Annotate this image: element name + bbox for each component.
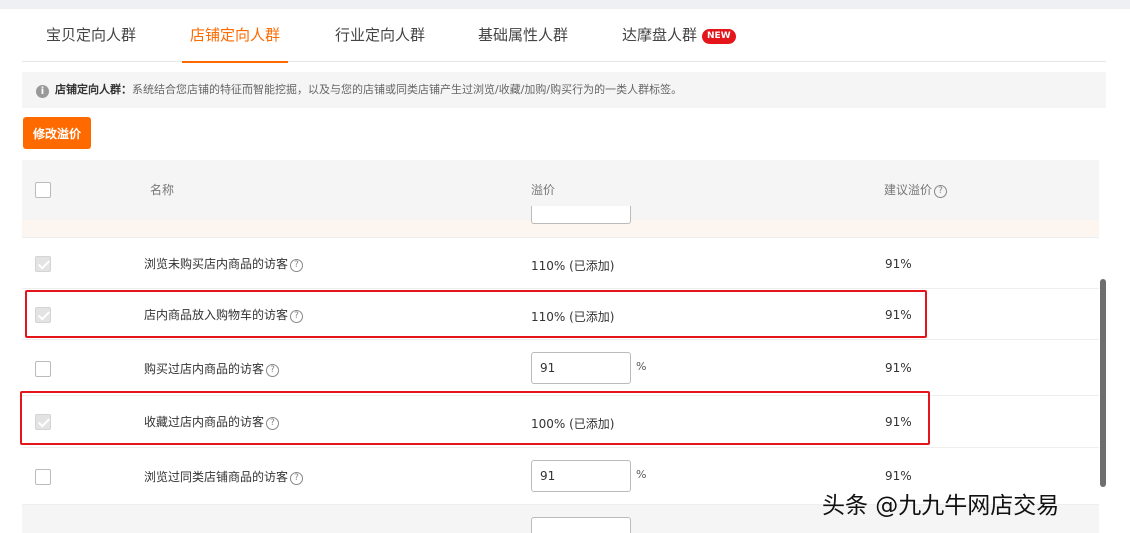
row-name: 店内商品放入购物车的访客? — [144, 306, 304, 323]
price-input[interactable] — [531, 460, 631, 492]
row-suggested: 91% — [885, 257, 912, 271]
tab-basic-attributes[interactable]: 基础属性人群 — [478, 9, 568, 62]
tab-damopan[interactable]: 达摩盘人群 NEW — [622, 9, 736, 62]
percent-unit: % — [636, 468, 647, 481]
table-row-partial — [22, 206, 1099, 238]
modify-price-button[interactable]: 修改溢价 — [23, 117, 91, 149]
row-suggested: 91% — [885, 361, 912, 375]
header-suggested-label: 建议溢价 — [884, 183, 933, 197]
row-price: 100% (已添加) — [531, 417, 615, 431]
top-bar — [0, 0, 1130, 9]
tab-industry-targeting[interactable]: 行业定向人群 — [335, 9, 425, 62]
row-name: 购买过店内商品的访客? — [144, 360, 280, 377]
notice-text: 系统结合您店铺的特征而智能挖掘，以及与您的店铺或同类店铺产生过浏览/收藏/加购/… — [132, 83, 683, 96]
percent-unit: % — [636, 360, 647, 373]
row-name: 浏览过同类店铺商品的访客? — [144, 468, 304, 485]
row-name: 浏览未购买店内商品的访客? — [144, 255, 304, 272]
row-name-label: 购买过店内商品的访客 — [144, 362, 265, 376]
row-suggested: 91% — [885, 469, 912, 483]
row-checkbox[interactable] — [35, 307, 51, 323]
price-input-partial[interactable] — [531, 517, 631, 533]
info-icon: i — [36, 85, 49, 98]
select-all-checkbox[interactable] — [35, 182, 51, 198]
row-name: 收藏过店内商品的访客? — [144, 413, 280, 430]
tab-damopan-label: 达摩盘人群 — [622, 26, 698, 44]
notice-title: 店铺定向人群： — [55, 83, 132, 96]
help-icon[interactable]: ? — [266, 417, 280, 430]
row-suggested: 91% — [885, 415, 912, 429]
help-icon[interactable]: ? — [290, 310, 304, 323]
row-checkbox[interactable] — [35, 414, 51, 430]
row-checkbox[interactable] — [35, 361, 51, 377]
price-input[interactable] — [531, 352, 631, 384]
price-input-partial[interactable] — [531, 206, 631, 224]
header-name: 名称 — [150, 183, 175, 197]
watermark: 头条 @九九牛网店交易 — [822, 493, 1060, 519]
scrollbar-thumb[interactable] — [1100, 279, 1106, 487]
tab-bar: 宝贝定向人群 店铺定向人群 行业定向人群 基础属性人群 达摩盘人群 NEW — [22, 9, 1106, 63]
tab-shop-targeting[interactable]: 店铺定向人群 — [181, 9, 289, 63]
notice-bar: i 店铺定向人群：系统结合您店铺的特征而智能挖掘，以及与您的店铺或同类店铺产生过浏… — [22, 72, 1106, 108]
table-row: 店内商品放入购物车的访客? 110% (已添加) 91% — [22, 289, 1099, 340]
row-checkbox[interactable] — [35, 256, 51, 272]
row-name-label: 收藏过店内商品的访客 — [144, 415, 265, 429]
header-suggested: 建议溢价? — [884, 160, 948, 220]
help-icon[interactable]: ? — [266, 364, 280, 377]
row-name-label: 浏览未购买店内商品的访客 — [144, 257, 289, 271]
row-name-label: 店内商品放入购物车的访客 — [144, 308, 289, 322]
row-checkbox[interactable] — [35, 469, 51, 485]
table-row: 购买过店内商品的访客? % 91% — [22, 340, 1099, 396]
table-row: 收藏过店内商品的访客? 100% (已添加) 91% — [22, 396, 1099, 448]
tab-item-targeting[interactable]: 宝贝定向人群 — [46, 9, 136, 62]
row-price: 110% (已添加) — [531, 259, 615, 273]
table-row: 浏览未购买店内商品的访客? 110% (已添加) 91% — [22, 238, 1099, 289]
help-icon[interactable]: ? — [290, 259, 304, 272]
help-icon[interactable]: ? — [934, 185, 948, 198]
row-name-label: 浏览过同类店铺商品的访客 — [144, 470, 289, 484]
help-icon[interactable]: ? — [290, 472, 304, 485]
new-badge: NEW — [702, 29, 736, 44]
row-price: 110% (已添加) — [531, 310, 615, 324]
row-suggested: 91% — [885, 308, 912, 322]
